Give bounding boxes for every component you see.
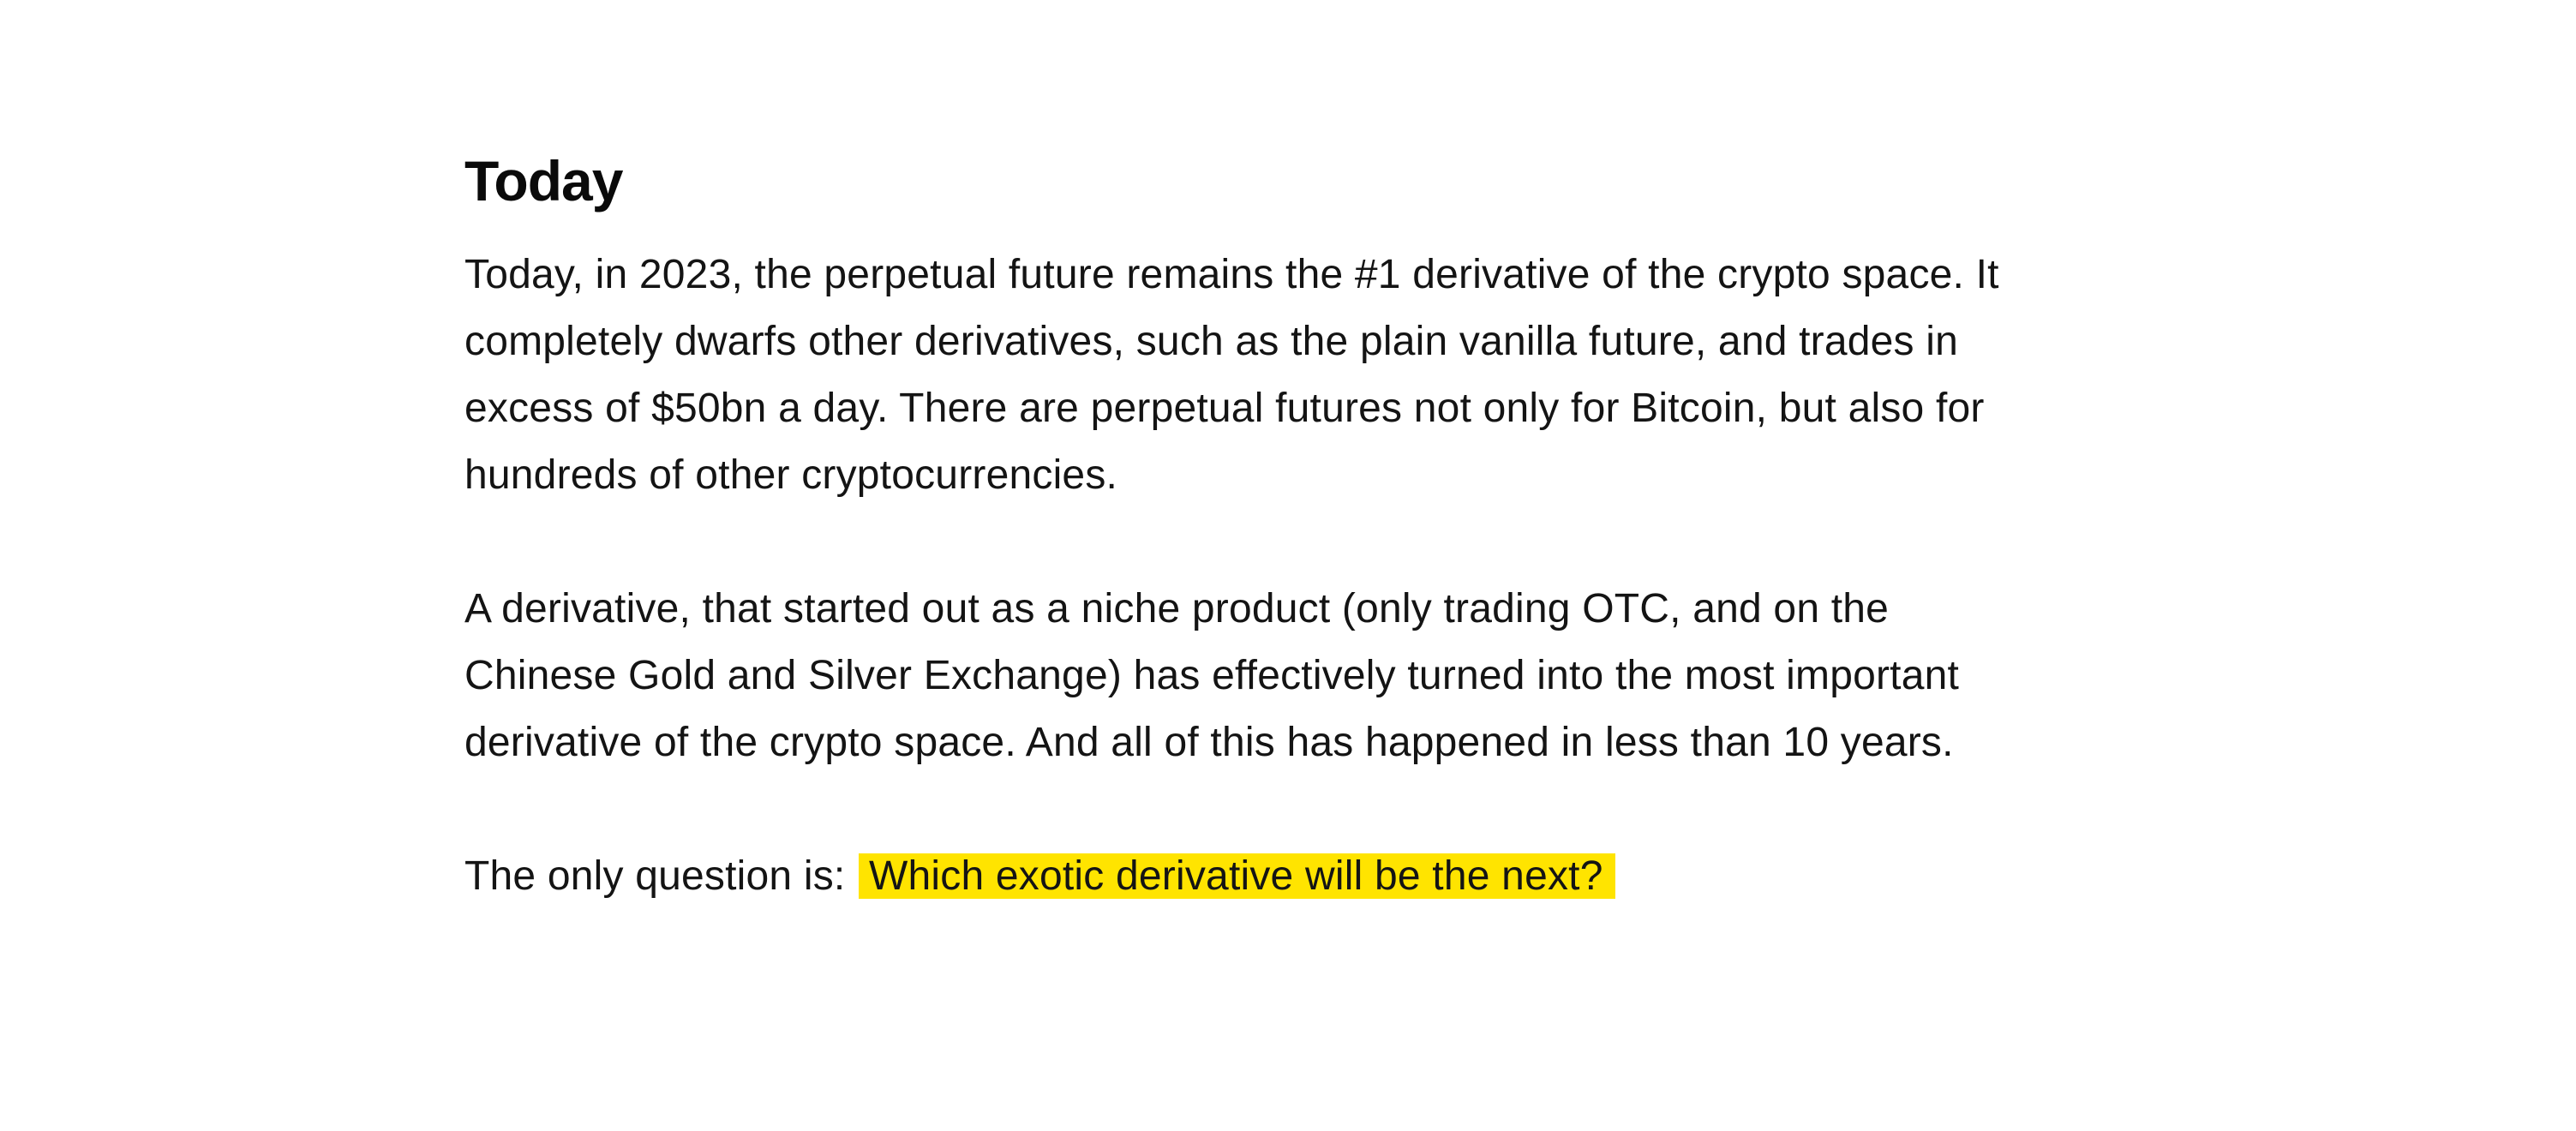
paragraph-line: Today, in 2023, the perpetual future rem… xyxy=(464,252,1999,297)
paragraph-line: derivative of the crypto space. And all … xyxy=(464,720,1954,765)
paragraph-today: Today, in 2023, the perpetual future rem… xyxy=(464,242,2178,509)
paragraph-line: Chinese Gold and Silver Exchange) has ef… xyxy=(464,653,1960,698)
question-line: The only question is: Which exotic deriv… xyxy=(464,843,2178,910)
paragraph-line: completely dwarfs other derivatives, suc… xyxy=(464,319,1959,364)
highlighted-question: Which exotic derivative will be the next… xyxy=(859,853,1615,899)
article-section: Today Today, in 2023, the perpetual futu… xyxy=(464,146,2178,977)
paragraph-line: A derivative, that started out as a nich… xyxy=(464,586,1890,631)
paragraph-line: hundreds of other cryptocurrencies. xyxy=(464,452,1118,498)
paragraph-line: excess of $50bn a day. There are perpetu… xyxy=(464,386,1985,431)
paragraph-question: The only question is: Which exotic deriv… xyxy=(464,843,2178,910)
paragraph-derivative: A derivative, that started out as a nich… xyxy=(464,576,2178,776)
question-lead: The only question is: xyxy=(464,853,857,899)
section-heading: Today xyxy=(464,149,623,212)
